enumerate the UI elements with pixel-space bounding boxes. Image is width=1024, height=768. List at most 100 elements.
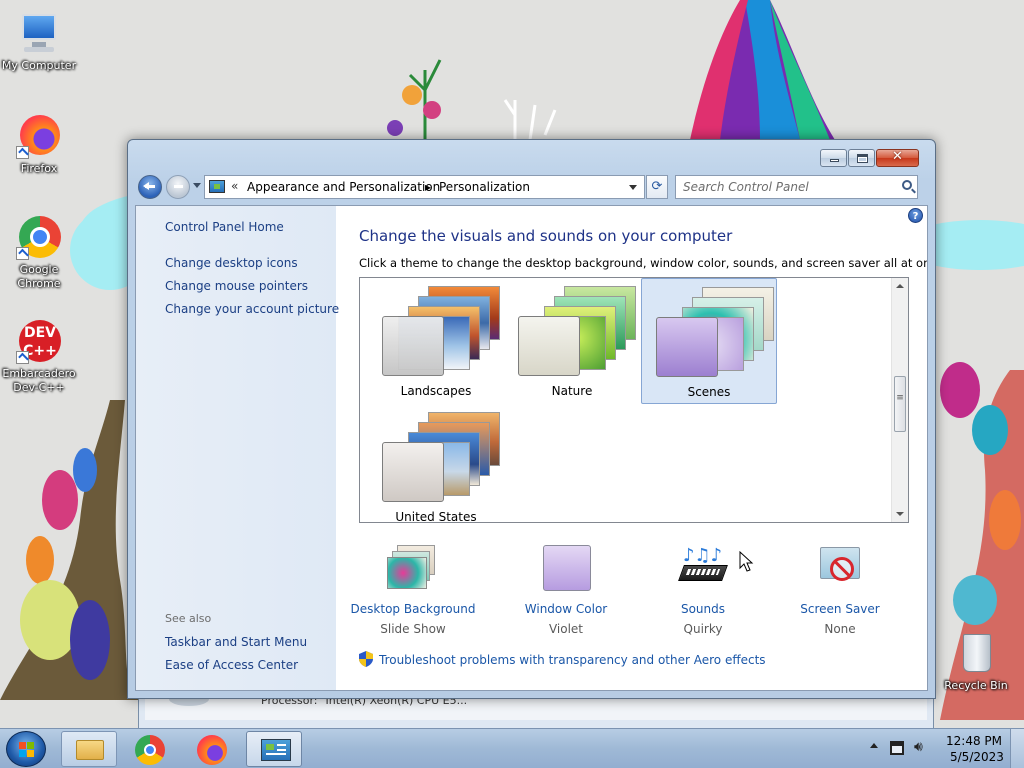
network-icon[interactable] — [890, 741, 904, 755]
scroll-down-arrow-icon[interactable] — [896, 512, 904, 516]
search-icon[interactable] — [902, 180, 912, 190]
setting-value: Quirky — [683, 622, 723, 636]
windows-logo-icon — [19, 742, 34, 757]
setting-label[interactable]: Sounds — [633, 602, 773, 616]
left-task-pane: Control Panel Home Change desktop icons … — [136, 206, 339, 690]
theme-landscapes[interactable]: Landscapes — [368, 278, 504, 404]
chevron-left-icon[interactable]: « — [231, 179, 238, 193]
maximize-button[interactable] — [848, 149, 875, 167]
shortcut-arrow-icon — [16, 351, 29, 364]
theme-preview — [382, 282, 504, 376]
troubleshoot-link-text[interactable]: Troubleshoot problems with transparency … — [379, 653, 766, 667]
setting-value: Violet — [548, 622, 584, 636]
chrome-icon — [16, 214, 62, 260]
desktop-icon-my-computer[interactable]: My Computer — [0, 10, 79, 73]
desktop-icon-label: Embarcadero Dev-C++ — [2, 367, 76, 394]
link-ease-of-access-center[interactable]: Ease of Access Center — [165, 658, 298, 672]
firefox-icon — [197, 735, 227, 765]
theme-preview — [656, 283, 778, 377]
screen-saver-icon — [814, 543, 866, 595]
setting-label[interactable]: Screen Saver — [770, 602, 910, 616]
help-icon[interactable]: ? — [908, 208, 923, 223]
taskbar-control-panel[interactable] — [246, 731, 302, 767]
setting-label[interactable]: Window Color — [496, 602, 636, 616]
theme-united-states[interactable]: United States — [368, 404, 504, 523]
desktop-icon-recycle-bin[interactable]: Recycle Bin — [936, 630, 1016, 693]
theme-list-scrollbar[interactable] — [891, 278, 908, 522]
mouse-cursor-icon — [739, 551, 754, 572]
taskbar: 🔊︎ 12:48 PM 5/5/2023 — [0, 728, 1024, 768]
breadcrumb-personalization[interactable]: Personalization — [439, 180, 530, 194]
setting-window-color[interactable]: Window Color Violet — [496, 543, 636, 636]
taskbar-firefox[interactable] — [184, 731, 240, 767]
recycle-bin-icon — [953, 630, 999, 676]
show-desktop-button[interactable] — [1010, 729, 1024, 768]
clock-time[interactable]: 12:48 PM — [946, 734, 1002, 748]
taskbar-google-chrome[interactable] — [123, 731, 179, 767]
page-description: Click a theme to change the desktop back… — [359, 256, 928, 270]
address-dropdown-button[interactable] — [622, 176, 644, 198]
personalization-window: ✕ « Appearance and Personalization ▸ Per… — [127, 139, 936, 699]
navigation-bar: « Appearance and Personalization ▸ Perso… — [136, 174, 927, 200]
theme-name: Landscapes — [400, 384, 472, 398]
close-button[interactable]: ✕ — [876, 149, 919, 167]
scrollbar-thumb[interactable] — [894, 376, 906, 432]
minimize-button[interactable] — [820, 149, 847, 167]
close-icon: ✕ — [892, 149, 903, 164]
search-placeholder: Search Control Panel — [683, 180, 809, 194]
troubleshoot-link[interactable]: Troubleshoot problems with transparency … — [359, 651, 766, 667]
theme-nature[interactable]: Nature — [504, 278, 640, 404]
theme-color-swatch — [382, 316, 444, 376]
theme-color-swatch — [518, 316, 580, 376]
link-change-mouse-pointers[interactable]: Change mouse pointers — [165, 279, 308, 293]
link-control-panel-home[interactable]: Control Panel Home — [165, 220, 284, 234]
breadcrumb-separator-icon[interactable]: ▸ — [425, 180, 431, 194]
clock-date[interactable]: 5/5/2023 — [950, 750, 1004, 764]
theme-color-swatch — [382, 442, 444, 502]
theme-name: United States — [395, 510, 477, 523]
recent-pages-dropdown[interactable] — [193, 183, 201, 188]
desktop-icon-dev-cpp[interactable]: DEV C++ Embarcadero Dev-C++ — [0, 318, 79, 395]
setting-value: None — [824, 622, 856, 636]
setting-screen-saver[interactable]: Screen Saver None — [770, 543, 910, 636]
volume-icon[interactable]: 🔊︎ — [914, 739, 923, 755]
address-bar[interactable]: « Appearance and Personalization ▸ Perso… — [204, 175, 645, 199]
page-title: Change the visuals and sounds on your co… — [359, 227, 733, 245]
scroll-up-arrow-icon[interactable] — [896, 284, 904, 288]
theme-preview — [382, 408, 504, 502]
start-button[interactable] — [6, 731, 46, 767]
window-color-icon — [540, 543, 592, 595]
see-also-heading: See also — [165, 612, 212, 625]
desktop-icon-google-chrome[interactable]: Google Chrome — [0, 214, 79, 291]
theme-scenes[interactable]: Scenes — [641, 278, 777, 404]
link-taskbar-start-menu[interactable]: Taskbar and Start Menu — [165, 635, 307, 649]
main-pane: ? Change the visuals and sounds on your … — [336, 206, 927, 690]
desktop-icon-firefox[interactable]: Firefox — [0, 113, 79, 176]
theme-name: Scenes — [687, 385, 731, 399]
taskbar-windows-explorer[interactable] — [61, 731, 117, 767]
shortcut-arrow-icon — [16, 146, 29, 159]
firefox-icon — [16, 113, 62, 159]
back-button[interactable] — [138, 175, 162, 199]
link-change-account-picture[interactable]: Change your account picture — [165, 302, 339, 316]
setting-desktop-background[interactable]: Desktop Background Slide Show — [343, 543, 483, 636]
theme-color-swatch — [656, 317, 718, 377]
theme-list[interactable]: Landscapes Nature Scenes United States ≡ — [359, 277, 909, 523]
desktop-icon-label: Google Chrome — [17, 263, 61, 290]
search-input[interactable]: Search Control Panel — [675, 175, 918, 199]
theme-name: Nature — [551, 384, 593, 398]
link-change-desktop-icons[interactable]: Change desktop icons — [165, 256, 298, 270]
title-bar[interactable]: ✕ — [128, 140, 935, 172]
theme-preview — [518, 282, 640, 376]
show-hidden-icons-icon[interactable] — [870, 743, 878, 748]
desktop-icon-label: Recycle Bin — [944, 679, 1008, 692]
breadcrumb-appearance-personalization[interactable]: Appearance and Personalization — [247, 180, 440, 194]
desktop-background-icon — [387, 543, 439, 595]
forward-button[interactable] — [166, 175, 190, 199]
refresh-button[interactable]: ⟳ — [646, 175, 668, 199]
desktop-icon-label: My Computer — [1, 59, 77, 72]
dev-cpp-icon: DEV C++ — [16, 318, 62, 364]
folder-icon — [76, 740, 104, 760]
system-tray: 🔊︎ 12:48 PM 5/5/2023 — [862, 729, 1024, 768]
setting-label[interactable]: Desktop Background — [343, 602, 483, 616]
